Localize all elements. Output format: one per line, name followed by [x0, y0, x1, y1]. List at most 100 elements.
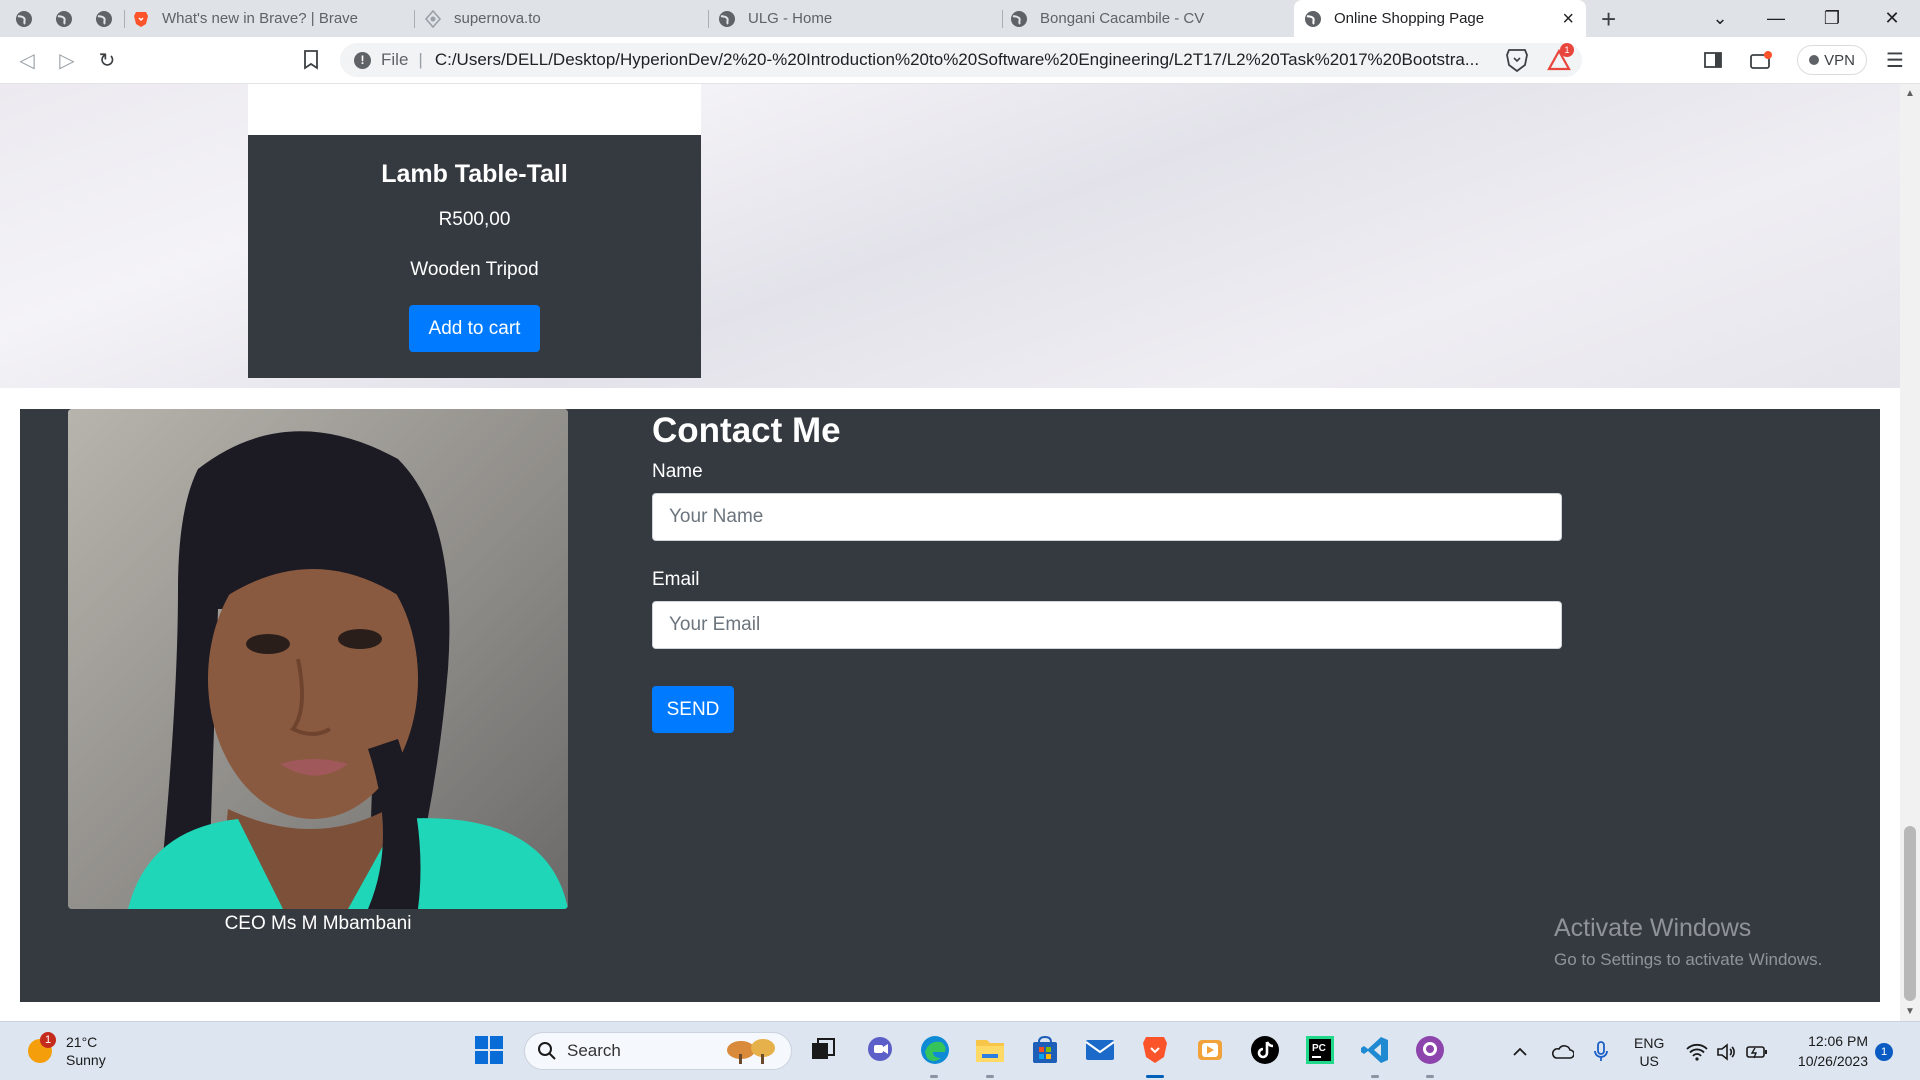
- products-section: Lamb Table-Tall R500,00 Wooden Tripod Ad…: [0, 84, 1900, 388]
- tab-online-shopping[interactable]: Online Shopping Page ×: [1294, 0, 1586, 37]
- add-to-cart-button[interactable]: Add to cart: [409, 305, 540, 352]
- search-highlight-icon: [727, 1039, 775, 1064]
- scroll-down-arrow-icon[interactable]: ▼: [1905, 1006, 1915, 1017]
- close-tab-icon[interactable]: ×: [1562, 8, 1574, 31]
- tab-label: supernova.to: [454, 10, 541, 27]
- forward-button[interactable]: ▷: [54, 47, 80, 73]
- ceo-caption: CEO Ms M Mbambani: [224, 913, 412, 934]
- sidebar-toggle-icon[interactable]: [1700, 47, 1726, 73]
- url-text[interactable]: C:/Users/DELL/Desktop/HyperionDev/2%20-%…: [435, 50, 1485, 70]
- globe-icon: [96, 10, 112, 27]
- brave-shields-icon[interactable]: [1504, 47, 1530, 73]
- brave-lion-icon: [134, 11, 148, 27]
- taskbar-search[interactable]: Search: [524, 1032, 792, 1070]
- weather-temp: 21°C: [66, 1034, 98, 1050]
- wifi-icon[interactable]: [1686, 1022, 1708, 1080]
- media-player-icon[interactable]: [1193, 1033, 1227, 1067]
- activate-windows-title: Activate Windows: [1554, 914, 1752, 942]
- teams-chat-icon[interactable]: [863, 1033, 897, 1067]
- microsoft-store-icon[interactable]: [1028, 1033, 1062, 1067]
- github-desktop-icon[interactable]: [1413, 1033, 1447, 1067]
- clock-date: 10/26/2023: [1797, 1053, 1868, 1069]
- tab-bongani-cv[interactable]: Bongani Cacambile - CV: [1010, 0, 1290, 37]
- globe-icon: [16, 10, 32, 27]
- menu-icon[interactable]: ☰: [1882, 47, 1908, 73]
- tab-label: Bongani Cacambile - CV: [1040, 10, 1205, 27]
- search-label: Search: [567, 1041, 621, 1060]
- product-title: Lamb Table-Tall: [381, 160, 568, 188]
- file-explorer-icon[interactable]: [973, 1033, 1007, 1067]
- page-scrollbar[interactable]: ▲ ▼: [1900, 84, 1920, 1021]
- reload-button[interactable]: ↻: [94, 47, 120, 73]
- tab-whats-new-brave[interactable]: What's new in Brave? | Brave: [132, 0, 412, 37]
- restore-button[interactable]: ❐: [1804, 0, 1860, 37]
- ceo-photo: [68, 409, 568, 909]
- product-price: R500,00: [438, 209, 511, 230]
- wallet-icon[interactable]: [1748, 47, 1774, 73]
- bookmark-icon[interactable]: [298, 47, 324, 73]
- browser-tab-strip: What's new in Brave? | Brave supernova.t…: [0, 0, 1920, 37]
- contact-heading: Contact Me: [652, 411, 841, 450]
- tab-label: Online Shopping Page: [1334, 10, 1485, 27]
- globe-icon: [719, 10, 735, 27]
- supernova-icon: [424, 9, 442, 28]
- windows-start-icon[interactable]: [472, 1033, 506, 1067]
- address-bar[interactable]: ! File | C:/Users/DELL/Desktop/HyperionD…: [340, 43, 1582, 77]
- minimize-button[interactable]: —: [1748, 0, 1804, 37]
- email-label: Email: [652, 569, 700, 590]
- window-close-button[interactable]: ✕: [1864, 0, 1920, 37]
- task-view-icon[interactable]: [806, 1033, 840, 1067]
- browser-toolbar: ◁ ▷ ↻ ! File | C:/Users/DELL/Desktop/Hyp…: [0, 37, 1920, 84]
- site-info-icon[interactable]: !: [354, 51, 371, 69]
- email-input[interactable]: [652, 601, 1562, 649]
- pinned-tab-1[interactable]: [4, 0, 44, 37]
- product-card: Lamb Table-Tall R500,00 Wooden Tripod Ad…: [248, 135, 701, 378]
- vscode-icon[interactable]: [1358, 1033, 1392, 1067]
- pinned-tab-2[interactable]: [44, 0, 84, 37]
- vpn-label: VPN: [1824, 51, 1855, 69]
- mail-icon[interactable]: [1083, 1033, 1117, 1067]
- tab-search-chevron-icon[interactable]: ⌄: [1692, 0, 1748, 37]
- tab-supernova[interactable]: supernova.to: [424, 0, 704, 37]
- battery-icon[interactable]: [1746, 1022, 1768, 1080]
- name-input[interactable]: [652, 493, 1562, 541]
- edge-browser-icon[interactable]: [918, 1033, 952, 1067]
- svg-text:PC: PC: [1312, 1043, 1326, 1054]
- tab-label: ULG - Home: [748, 10, 833, 27]
- language-code: ENG: [1634, 1034, 1665, 1051]
- send-button[interactable]: SEND: [652, 686, 734, 733]
- scrollbar-thumb[interactable]: [1904, 826, 1916, 1001]
- pycharm-icon[interactable]: PC: [1303, 1033, 1337, 1067]
- taskbar-clock[interactable]: 12:06 PM 10/26/2023: [1778, 1031, 1868, 1071]
- tab-ulg-home[interactable]: ULG - Home: [718, 0, 998, 37]
- scroll-up-arrow-icon[interactable]: ▲: [1905, 88, 1915, 99]
- rewards-badge: 1: [1560, 43, 1574, 57]
- language-indicator[interactable]: ENG US: [1634, 1022, 1664, 1080]
- sun-icon: 1: [28, 1032, 56, 1063]
- tiktok-icon[interactable]: [1248, 1033, 1282, 1067]
- pinned-tab-3[interactable]: [84, 0, 124, 37]
- activate-windows-subtitle: Go to Settings to activate Windows.: [1554, 950, 1823, 969]
- onedrive-cloud-icon[interactable]: [1550, 1022, 1574, 1080]
- weather-desc: Sunny: [66, 1052, 106, 1068]
- scheme-label: File: [381, 50, 409, 69]
- weather-widget[interactable]: 1 21°C Sunny: [28, 1032, 106, 1069]
- product-image: [248, 84, 701, 135]
- show-hidden-icons-chevron-icon[interactable]: [1512, 1022, 1528, 1080]
- search-icon: [538, 1042, 556, 1060]
- volume-icon[interactable]: [1716, 1022, 1736, 1080]
- back-button[interactable]: ◁: [14, 47, 40, 73]
- tab-label: What's new in Brave? | Brave: [162, 10, 359, 27]
- clock-time: 12:06 PM: [1808, 1033, 1868, 1049]
- new-tab-button[interactable]: +: [1601, 4, 1616, 35]
- page-viewport: Lamb Table-Tall R500,00 Wooden Tripod Ad…: [0, 84, 1900, 1021]
- brave-taskbar-icon[interactable]: [1138, 1033, 1172, 1067]
- microphone-icon[interactable]: [1594, 1022, 1608, 1080]
- brave-rewards-icon[interactable]: 1: [1546, 43, 1574, 73]
- notification-badge[interactable]: 1: [1875, 1043, 1893, 1061]
- globe-icon: [56, 10, 72, 27]
- windows-taskbar: 1 21°C Sunny Search PC ENG US 12:06 PM 1…: [0, 1021, 1920, 1080]
- vpn-button[interactable]: VPN: [1797, 45, 1867, 75]
- product-description: Wooden Tripod: [410, 259, 539, 280]
- language-region: US: [1639, 1052, 1659, 1069]
